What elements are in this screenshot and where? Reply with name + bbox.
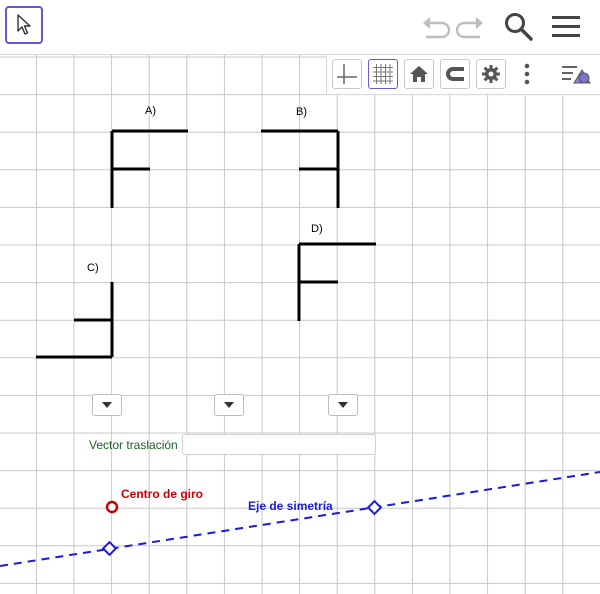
- label-eje-de-simetria: Eje de simetría: [248, 499, 333, 513]
- search-icon: [505, 13, 533, 41]
- cursor-arrow-icon: [17, 14, 31, 35]
- more-options-button[interactable]: [512, 59, 542, 89]
- settings-button[interactable]: [476, 59, 506, 89]
- dropdown-3[interactable]: [328, 394, 358, 416]
- header-toolbar: [0, 0, 600, 55]
- graphics-canvas[interactable]: [0, 55, 600, 594]
- axis-point-1[interactable]: [101, 540, 118, 557]
- move-tool-button[interactable]: [5, 6, 43, 44]
- dropdown-1[interactable]: [92, 394, 122, 416]
- vector-traslacion-input[interactable]: [182, 434, 376, 455]
- axis-point-2[interactable]: [366, 499, 383, 516]
- redo-button[interactable]: [454, 10, 488, 44]
- style-bar-toggle-icon: [562, 66, 591, 84]
- graphics-view[interactable]: A) B) C) D) Centro de giro Eje de simetr…: [0, 55, 600, 594]
- axes-icon: [337, 64, 357, 84]
- undo-icon: [423, 17, 450, 39]
- toggle-style-bar-button[interactable]: [559, 59, 595, 89]
- more-vertical-icon: [524, 63, 530, 85]
- chevron-down-icon: [224, 402, 234, 408]
- undo-button[interactable]: [418, 10, 452, 44]
- magnet-icon: [446, 67, 464, 81]
- rotation-center-point[interactable]: [105, 500, 119, 514]
- label-a: A): [145, 105, 156, 117]
- dropdown-2[interactable]: [214, 394, 244, 416]
- chevron-down-icon: [338, 402, 348, 408]
- label-d: D): [311, 223, 323, 235]
- hamburger-menu-icon: [552, 16, 580, 37]
- label-centro-de-giro: Centro de giro: [121, 487, 204, 501]
- snap-button[interactable]: [440, 59, 470, 89]
- chevron-down-icon: [102, 402, 112, 408]
- style-bar: [326, 55, 600, 95]
- label-c: C): [87, 262, 99, 274]
- geogebra-app: A) B) C) D) Centro de giro Eje de simetr…: [0, 0, 600, 594]
- grid: [0, 55, 600, 594]
- redo-icon: [456, 17, 483, 39]
- grid-icon: [373, 64, 393, 84]
- menu-button[interactable]: [548, 8, 584, 44]
- vector-traslacion-label: Vector traslación: [89, 438, 178, 452]
- home-icon: [410, 66, 428, 82]
- label-b: B): [296, 106, 307, 118]
- grid-toggle-button[interactable]: [368, 59, 398, 89]
- axes-toggle-button[interactable]: [332, 59, 362, 89]
- gear-icon: [482, 65, 500, 83]
- home-button[interactable]: [404, 59, 434, 89]
- search-button[interactable]: [500, 8, 536, 44]
